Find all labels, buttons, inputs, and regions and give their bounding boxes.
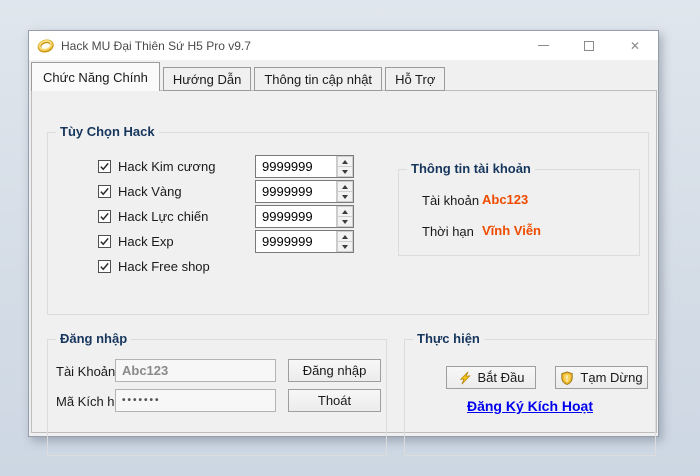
exit-button[interactable]: Thoát xyxy=(288,389,381,412)
hack-option-label: Hack Free shop xyxy=(118,259,210,274)
hack-exp-checkbox[interactable] xyxy=(98,235,111,248)
gold-ring-app-icon xyxy=(37,37,54,54)
hack-option-row: Hack Free shop xyxy=(98,259,210,273)
execute-group: Thực hiện Bắt Đầu Tạm Dừng Đăng Ký Kích … xyxy=(404,339,656,456)
spin-up-button[interactable] xyxy=(337,206,353,217)
account-info-group-title: Thông tin tài khoản xyxy=(407,161,535,176)
activation-code-input[interactable] xyxy=(115,389,276,412)
hack-kimcuong-spinner xyxy=(255,155,354,178)
hack-option-label: Hack Exp xyxy=(118,234,174,249)
spinner-buttons xyxy=(336,231,353,252)
hack-option-label: Hack Kim cương xyxy=(118,159,215,174)
up-arrow-icon xyxy=(342,185,348,189)
down-arrow-icon xyxy=(342,245,348,249)
spin-down-button[interactable] xyxy=(337,242,353,252)
spinner-buttons xyxy=(336,156,353,177)
account-info-group: Thông tin tài khoản Tài khoản Abc123 Thờ… xyxy=(398,169,640,256)
duration-value: Vĩnh Viễn xyxy=(482,223,541,238)
down-arrow-icon xyxy=(342,195,348,199)
hack-options-group-title: Tùy Chọn Hack xyxy=(56,124,159,139)
minimize-icon xyxy=(538,45,549,46)
tab-main-functions[interactable]: Chức Năng Chính xyxy=(31,62,160,91)
spin-up-button[interactable] xyxy=(337,156,353,167)
duration-label: Thời hạn xyxy=(422,224,474,239)
pause-button[interactable]: Tạm Dừng xyxy=(555,366,648,389)
window-title: Hack MU Đại Thiên Sứ H5 Pro v9.7 xyxy=(61,39,251,53)
hack-exp-spinner xyxy=(255,230,354,253)
hack-option-label: Hack Lực chiến xyxy=(118,209,208,224)
account-value: Abc123 xyxy=(482,192,528,207)
maximize-button[interactable] xyxy=(566,31,612,60)
login-button[interactable]: Đăng nhập xyxy=(288,359,381,382)
start-button[interactable]: Bắt Đầu xyxy=(446,366,536,389)
window-controls: ✕ xyxy=(520,31,658,60)
hack-exp-value-input[interactable] xyxy=(256,231,336,252)
spin-down-button[interactable] xyxy=(337,167,353,177)
tab-support[interactable]: Hỗ Trợ xyxy=(385,67,445,91)
spinner-buttons xyxy=(336,206,353,227)
up-arrow-icon xyxy=(342,210,348,214)
username-label: Tài Khoản xyxy=(56,364,115,379)
up-arrow-icon xyxy=(342,235,348,239)
hack-option-row: Hack Kim cương xyxy=(98,159,215,173)
hack-option-row: Hack Vàng xyxy=(98,184,182,198)
account-label: Tài khoản xyxy=(422,193,479,208)
spinner-buttons xyxy=(336,181,353,202)
maximize-icon xyxy=(584,41,594,51)
hack-kimcuong-value-input[interactable] xyxy=(256,156,336,177)
pause-button-label: Tạm Dừng xyxy=(580,370,642,385)
tab-instructions[interactable]: Hướng Dẫn xyxy=(163,67,252,91)
down-arrow-icon xyxy=(342,220,348,224)
lightning-bolt-icon xyxy=(458,371,472,385)
up-arrow-icon xyxy=(342,160,348,164)
hack-option-label: Hack Vàng xyxy=(118,184,182,199)
down-arrow-icon xyxy=(342,170,348,174)
execute-group-title: Thực hiện xyxy=(413,331,484,346)
tab-panel: Tùy Chọn Hack Hack Kim cương Hack Vàng xyxy=(31,90,657,433)
hack-option-row: Hack Exp xyxy=(98,234,174,248)
spin-down-button[interactable] xyxy=(337,217,353,227)
close-icon: ✕ xyxy=(630,40,640,52)
app-window: Hack MU Đại Thiên Sứ H5 Pro v9.7 ✕ Chức … xyxy=(28,30,659,437)
titlebar: Hack MU Đại Thiên Sứ H5 Pro v9.7 ✕ xyxy=(29,31,658,60)
hack-vang-checkbox[interactable] xyxy=(98,185,111,198)
tab-update-info[interactable]: Thông tin cập nhật xyxy=(254,67,382,91)
spin-up-button[interactable] xyxy=(337,181,353,192)
gold-shield-icon xyxy=(560,371,574,385)
minimize-button[interactable] xyxy=(520,31,566,60)
register-activation-link[interactable]: Đăng Ký Kích Hoạt xyxy=(405,398,655,414)
login-group: Đăng nhập Tài Khoản Đăng nhập Mã Kích ho… xyxy=(47,339,387,456)
hack-lucchien-spinner xyxy=(255,205,354,228)
start-button-label: Bắt Đầu xyxy=(478,370,525,385)
hack-vang-value-input[interactable] xyxy=(256,181,336,202)
hack-kimcuong-checkbox[interactable] xyxy=(98,160,111,173)
hack-lucchien-checkbox[interactable] xyxy=(98,210,111,223)
hack-option-row: Hack Lực chiến xyxy=(98,209,208,223)
hack-lucchien-value-input[interactable] xyxy=(256,206,336,227)
username-input[interactable] xyxy=(115,359,276,382)
hack-options-group: Tùy Chọn Hack Hack Kim cương Hack Vàng xyxy=(47,132,649,315)
spin-down-button[interactable] xyxy=(337,192,353,202)
spin-up-button[interactable] xyxy=(337,231,353,242)
hack-vang-spinner xyxy=(255,180,354,203)
hack-freeshop-checkbox[interactable] xyxy=(98,260,111,273)
login-group-title: Đăng nhập xyxy=(56,331,131,346)
tabstrip: Chức Năng Chính Hướng Dẫn Thông tin cập … xyxy=(31,62,448,91)
close-button[interactable]: ✕ xyxy=(612,31,658,60)
